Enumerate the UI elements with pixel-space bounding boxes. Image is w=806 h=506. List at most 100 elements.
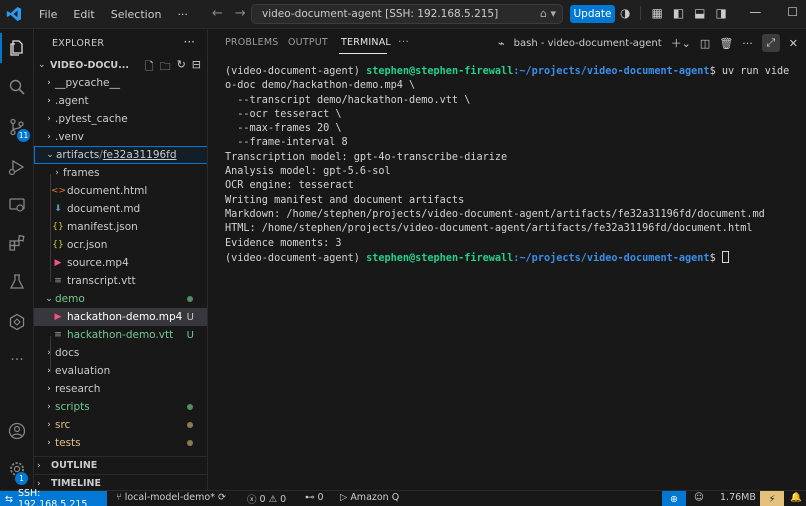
terminal-cursor — [721, 250, 729, 263]
tree-item[interactable]: ⌄ artifacts / fe32a31196fd — [34, 146, 207, 164]
tree-item[interactable]: › frames — [34, 164, 207, 182]
copilot-chevron-icon[interactable]: ⌂ ▾ — [540, 7, 556, 20]
menu-more[interactable]: ··· — [169, 8, 196, 21]
command-center[interactable]: video-document-agent [SSH: 192.168.5.215… — [251, 4, 563, 24]
tree-item-label: ocr.json — [67, 239, 108, 251]
tree-item[interactable]: ⬇ document.md — [34, 200, 207, 218]
memory-indicator[interactable]: 1.76MB — [720, 492, 756, 503]
html-file-icon: <> — [51, 186, 67, 196]
scm-badge: 11 — [17, 129, 30, 142]
toggle-sidebar-icon[interactable]: ◧ — [673, 6, 684, 20]
forward-arrow-icon[interactable]: → — [235, 6, 246, 21]
run-debug-icon[interactable] — [0, 152, 34, 182]
tree-item[interactable]: {} manifest.json — [34, 218, 207, 236]
remote-connection-icon: ⇆ — [5, 493, 13, 505]
tree-item[interactable]: › research — [34, 380, 207, 398]
tree-item[interactable]: › evaluation — [34, 362, 207, 380]
tree-item[interactable]: › .venv — [34, 128, 207, 146]
problems-indicator[interactable]: ⓧ 0 ⚠ 0 — [247, 492, 286, 506]
maximize-panel-icon[interactable]: ⤢ — [761, 34, 780, 52]
active-tab-indicator — [339, 53, 387, 54]
tree-item[interactable]: › src — [34, 416, 207, 434]
notifications-bell-icon[interactable]: 🔔 — [790, 492, 802, 503]
tree-item[interactable]: ▶ hackathon-demo.mp4 U — [34, 308, 207, 326]
tab-terminal[interactable]: TERMINAL — [341, 37, 391, 48]
tree-item[interactable]: › __pycache__ — [34, 74, 207, 92]
layout-grid-icon[interactable]: ▦ — [651, 6, 662, 20]
tree-item[interactable]: ≡ transcript.vtt — [34, 272, 207, 290]
explorer-icon[interactable] — [0, 33, 34, 63]
branch-indicator[interactable]: ⑂ local-model-demo* ⟳ — [116, 492, 226, 503]
json-file-icon: {} — [52, 222, 64, 232]
tree-item[interactable]: › docs — [34, 344, 207, 362]
tree-item[interactable]: ≡ hackathon-demo.vtt U — [34, 326, 207, 344]
chevron-right-icon: › — [55, 168, 59, 178]
tree-item[interactable]: ▶ source.mp4 — [34, 254, 207, 272]
copilot-icon[interactable]: ☺ — [694, 492, 704, 503]
back-arrow-icon[interactable]: ← — [212, 6, 223, 21]
testing-icon[interactable] — [0, 267, 34, 297]
remote-icon[interactable] — [0, 307, 34, 337]
tree-item-label: demo — [55, 293, 85, 305]
ports-indicator[interactable]: ⊷ 0 — [305, 492, 324, 503]
terminal-user: stephen@stephen-firewall — [366, 66, 514, 77]
split-terminal-icon[interactable]: ◫ — [700, 37, 710, 50]
menu-file[interactable]: File — [31, 8, 65, 21]
trash-icon[interactable]: 🗑 — [719, 37, 733, 50]
update-button[interactable]: Update — [570, 5, 615, 23]
chevron-right-icon: › — [37, 478, 41, 489]
tree-item[interactable]: › .pytest_cache — [34, 110, 207, 128]
terminal-line: HTML: /home/stephen/projects/video-docum… — [225, 223, 753, 235]
tab-problems[interactable]: PROBLEMS — [225, 37, 278, 48]
outline-section[interactable]: › OUTLINE — [34, 456, 207, 474]
toggle-secondary-sidebar-icon[interactable]: ◨ — [716, 6, 727, 20]
chevron-right-icon: › — [47, 96, 51, 106]
error-icon: ⓧ — [247, 495, 257, 506]
tree-item[interactable]: ⌄ demo — [34, 290, 207, 308]
tab-more-button[interactable]: ··· — [398, 35, 409, 48]
zoom-icon[interactable]: ⊕ — [662, 491, 686, 506]
tree-item[interactable]: › .agent — [34, 92, 207, 110]
compact-folder-segment[interactable]: fe32a31196fd — [103, 149, 177, 161]
remote-indicator[interactable]: ⇆ SSH: 192.168.5.215 — [0, 488, 107, 506]
more-icon[interactable]: ··· — [0, 345, 34, 375]
tree-item-label: .agent — [55, 95, 89, 107]
tree-item[interactable]: › scripts — [34, 398, 207, 416]
menu-selection[interactable]: Selection — [103, 8, 170, 21]
toggle-panel-icon[interactable]: ⬓ — [694, 6, 705, 20]
terminal-command: uv run vide — [721, 66, 790, 77]
account-icon[interactable] — [0, 416, 34, 446]
settings-gear-icon[interactable]: 1 — [0, 454, 34, 485]
warning-icon: ⚠ — [268, 493, 278, 505]
no-plug-icon[interactable]: ⚡ — [760, 491, 784, 506]
amazon-q-indicator[interactable]: ▷ Amazon Q — [340, 492, 399, 503]
search-icon[interactable] — [0, 72, 34, 102]
maximize-icon[interactable]: ☐ — [787, 5, 798, 19]
terminal-output[interactable]: (video-document-agent) stephen@stephen-f… — [225, 65, 800, 266]
tree-item[interactable]: <> document.html — [34, 182, 207, 200]
explorer-more-button[interactable]: ··· — [184, 35, 195, 49]
minimize-icon[interactable]: — — [749, 5, 761, 19]
remote-explorer-icon[interactable] — [0, 190, 34, 220]
divider — [640, 6, 642, 20]
tree-item-label: document.md — [67, 203, 141, 215]
panel-more-icon[interactable]: ··· — [742, 37, 753, 50]
title-bar: File Edit Selection ··· ← → video-docume… — [0, 0, 806, 29]
new-terminal-icon[interactable]: ＋⌄ — [671, 35, 691, 51]
terminal-name[interactable]: bash - video-document-agent — [514, 38, 662, 49]
menu-edit[interactable]: Edit — [65, 8, 102, 21]
accounts-half-icon[interactable]: ◑ — [620, 6, 630, 20]
extensions-icon[interactable] — [0, 228, 34, 258]
tree-item[interactable]: {} ocr.json — [34, 236, 207, 254]
tree-item[interactable]: › tests — [34, 434, 207, 452]
terminal-line: Evidence moments: 3 — [225, 237, 342, 249]
tree-item-label: document.html — [67, 185, 148, 197]
terminal-line: --transcript demo/hackathon-demo.vtt \ — [225, 94, 471, 106]
tab-output[interactable]: OUTPUT — [288, 37, 328, 48]
git-change-dot — [187, 422, 193, 428]
amazon-q-label: Amazon Q — [350, 492, 400, 503]
tree-item-label: .venv — [55, 131, 84, 143]
close-panel-icon[interactable]: ✕ — [789, 37, 798, 50]
source-control-icon[interactable]: 11 — [0, 112, 34, 142]
terminal-icon: ⌁ — [498, 36, 505, 50]
